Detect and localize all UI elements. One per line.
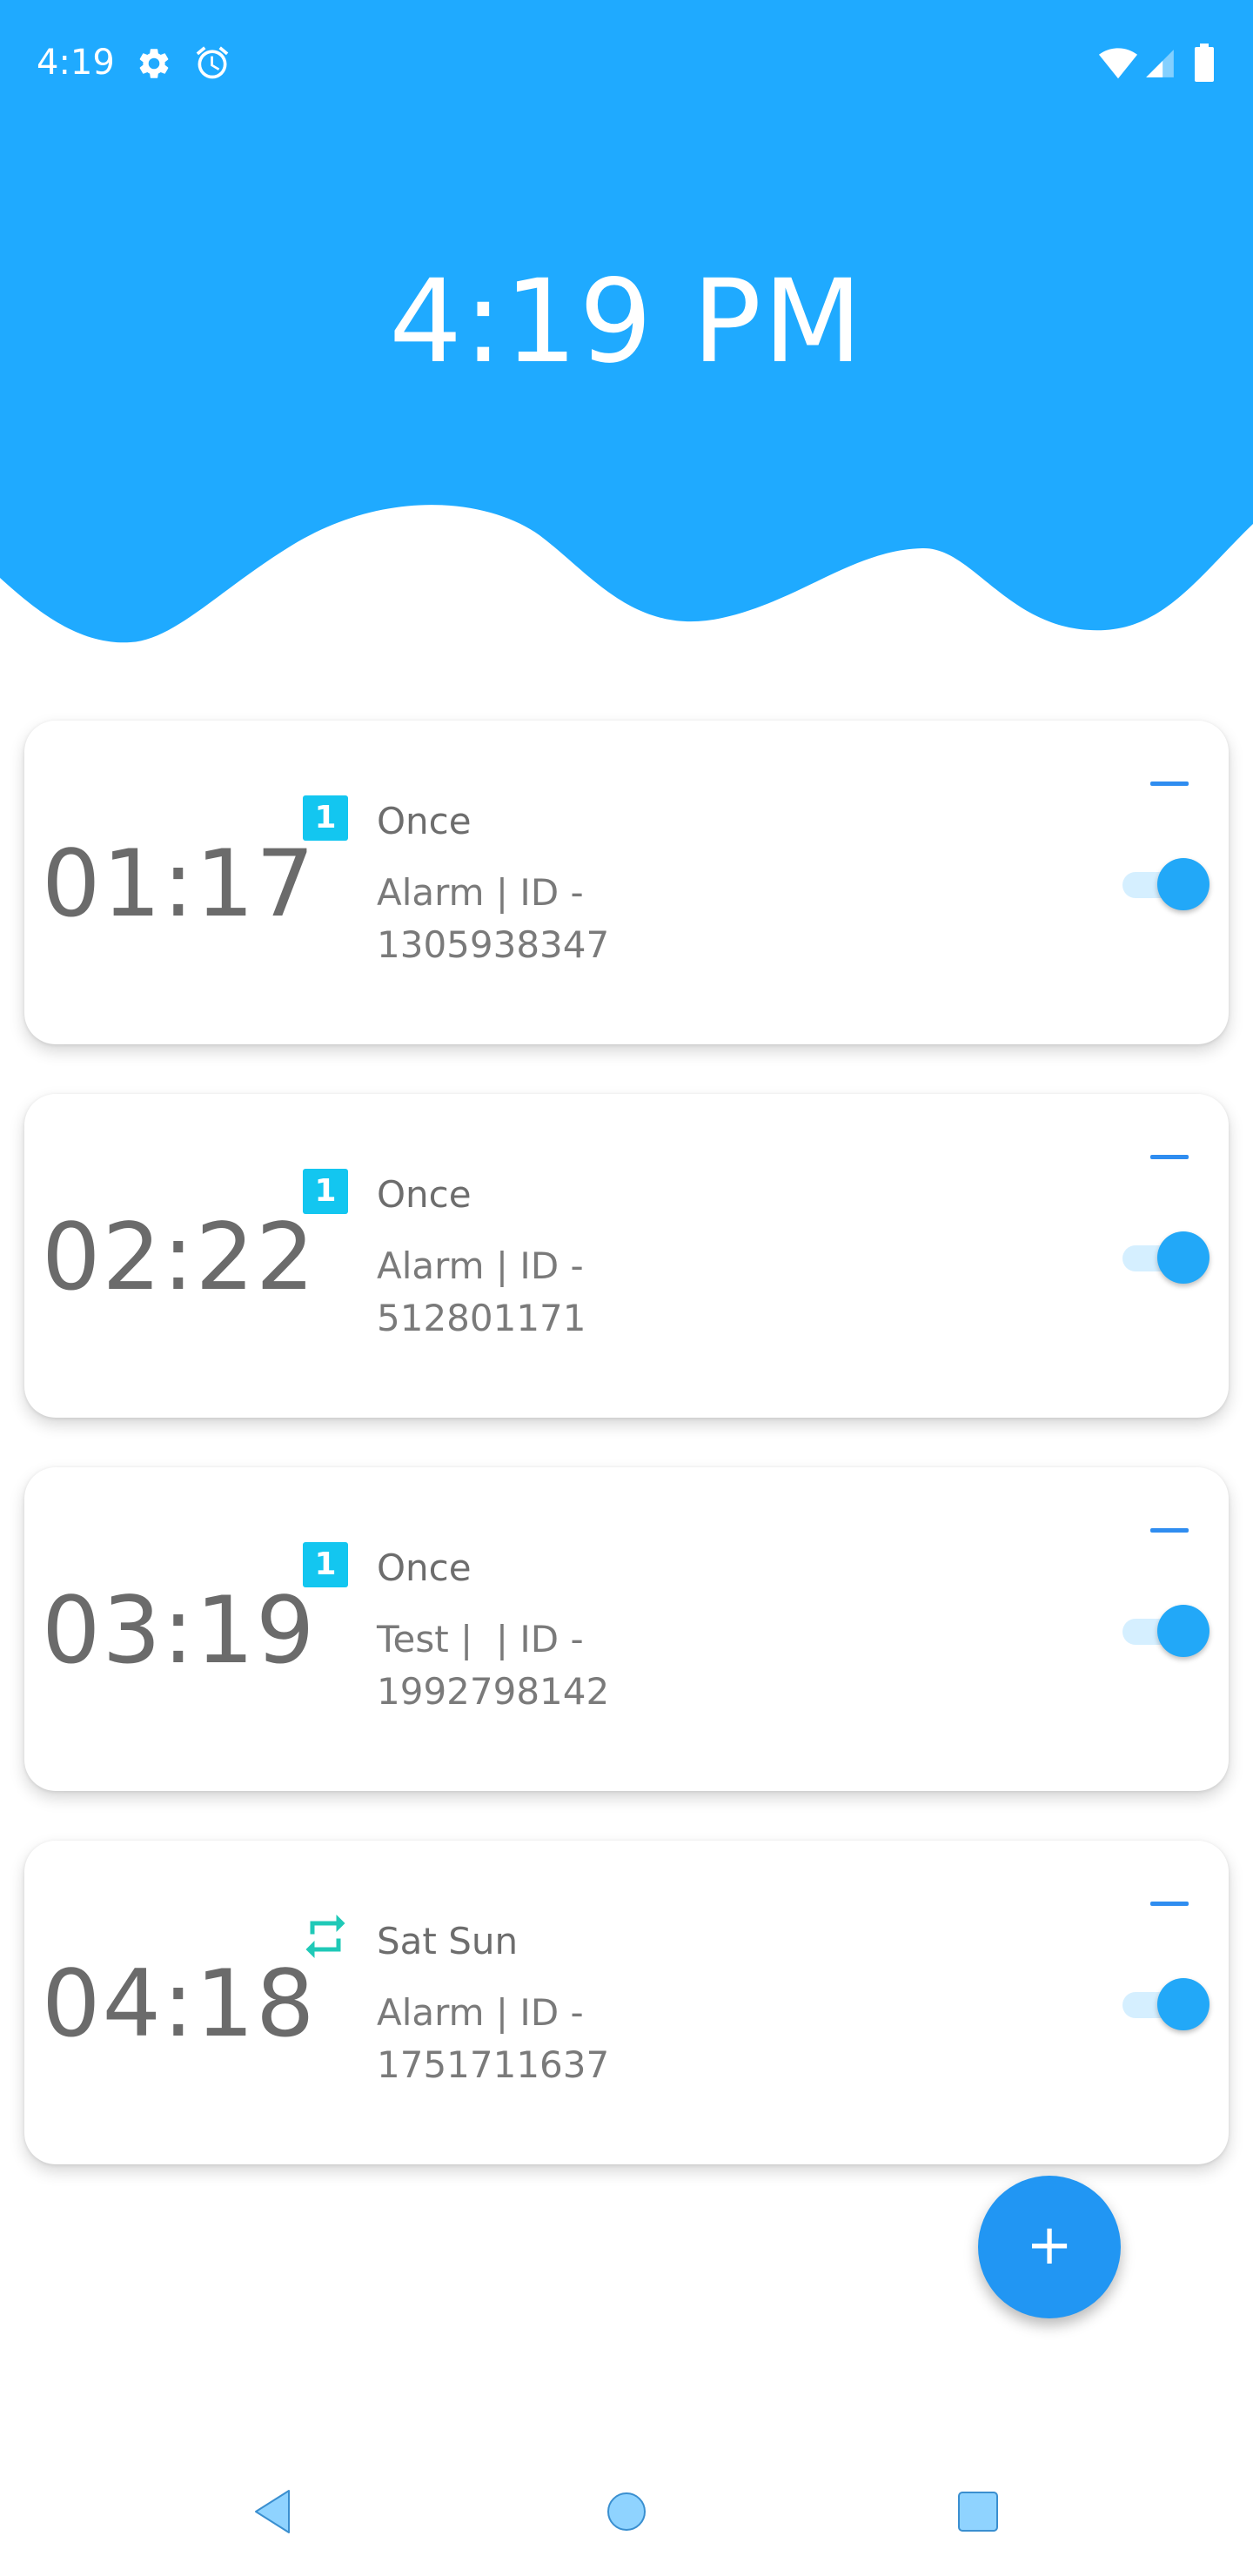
- once-badge-number: 1: [303, 1542, 348, 1587]
- remove-alarm-button[interactable]: [1150, 775, 1189, 792]
- alarm-description: Alarm | ID - 1305938347: [377, 867, 864, 971]
- toggle-thumb: [1157, 1231, 1209, 1284]
- header: 4:19 4:19 PM: [0, 0, 1253, 661]
- minus-icon: [1150, 1528, 1189, 1533]
- alarm-time: 02:22: [42, 1204, 317, 1311]
- add-alarm-button[interactable]: +: [978, 2176, 1121, 2318]
- remove-alarm-button[interactable]: [1150, 1521, 1189, 1539]
- status-bar: 4:19: [0, 0, 1253, 131]
- settings-icon: [139, 49, 169, 78]
- alarm-enabled-toggle[interactable]: [1117, 1231, 1213, 1284]
- current-time-display: 4:19 PM: [389, 255, 864, 389]
- alarm-clock-icon: [196, 46, 229, 79]
- alarm-description: Alarm | ID - 512801171: [377, 1240, 864, 1345]
- alarm-time: 01:17: [42, 830, 317, 937]
- signal-icon: [1146, 50, 1174, 77]
- alarm-frequency-label: Sat Sun: [377, 1920, 519, 1962]
- alarm-description: Test | | ID - 1992798142: [377, 1613, 864, 1718]
- alarm-description: Alarm | ID - 1751711637: [377, 1987, 864, 2091]
- back-icon[interactable]: [247, 2485, 299, 2538]
- alarm-card[interactable]: 04:18 Sat Sun Alarm | ID - 1751711637: [24, 1841, 1229, 2164]
- alarm-time: 03:19: [42, 1577, 317, 1684]
- wifi-icon: [1098, 48, 1138, 79]
- plus-icon: +: [1026, 2213, 1073, 2277]
- alarm-list: 01:17 1 Once Alarm | ID - 1305938347 02:…: [24, 721, 1229, 2214]
- alarm-app-screen: 4:19 4:19 PM 01:17 1 Once Alarm | ID - 1…: [0, 0, 1253, 2576]
- alarm-id: 1751711637: [377, 2043, 610, 2086]
- alarm-id: 1992798142: [377, 1670, 610, 1713]
- minus-icon: [1150, 1902, 1189, 1906]
- repeat-icon: [305, 1915, 345, 1958]
- once-badge-icon: 1: [303, 795, 348, 841]
- home-icon[interactable]: [600, 2485, 653, 2538]
- alarm-frequency-label: Once: [377, 1173, 472, 1216]
- once-badge-icon: 1: [303, 1542, 348, 1587]
- alarm-time: 04:18: [42, 1950, 317, 2057]
- alarm-card[interactable]: 01:17 1 Once Alarm | ID - 1305938347: [24, 721, 1229, 1044]
- status-time: 4:19: [37, 43, 115, 83]
- alarm-enabled-toggle[interactable]: [1117, 1978, 1213, 2030]
- battery-icon: [1195, 44, 1214, 82]
- alarm-enabled-toggle[interactable]: [1117, 1605, 1213, 1657]
- minus-icon: [1150, 1155, 1189, 1159]
- recents-icon[interactable]: [952, 2485, 1004, 2538]
- alarm-id: 1305938347: [377, 923, 610, 966]
- alarm-id: 512801171: [377, 1297, 586, 1339]
- toggle-thumb: [1157, 1978, 1209, 2030]
- toggle-thumb: [1157, 858, 1209, 910]
- alarm-enabled-toggle[interactable]: [1117, 858, 1213, 910]
- alarm-description-line1: Alarm | ID -: [377, 871, 584, 914]
- alarm-description-line1: Alarm | ID -: [377, 1244, 584, 1287]
- once-badge-number: 1: [303, 1169, 348, 1214]
- alarm-card[interactable]: 02:22 1 Once Alarm | ID - 512801171: [24, 1094, 1229, 1418]
- alarm-frequency-label: Once: [377, 800, 472, 842]
- toggle-thumb: [1157, 1605, 1209, 1657]
- alarm-card[interactable]: 03:19 1 Once Test | | ID - 1992798142: [24, 1467, 1229, 1791]
- remove-alarm-button[interactable]: [1150, 1148, 1189, 1165]
- alarm-description-line1: Test | | ID -: [377, 1618, 584, 1660]
- minus-icon: [1150, 782, 1189, 786]
- once-badge-icon: 1: [303, 1169, 348, 1214]
- once-badge-number: 1: [303, 795, 348, 841]
- alarm-frequency-label: Once: [377, 1546, 472, 1589]
- system-nav-bar: [0, 2437, 1253, 2576]
- alarm-description-line1: Alarm | ID -: [377, 1991, 584, 2034]
- remove-alarm-button[interactable]: [1150, 1895, 1189, 1912]
